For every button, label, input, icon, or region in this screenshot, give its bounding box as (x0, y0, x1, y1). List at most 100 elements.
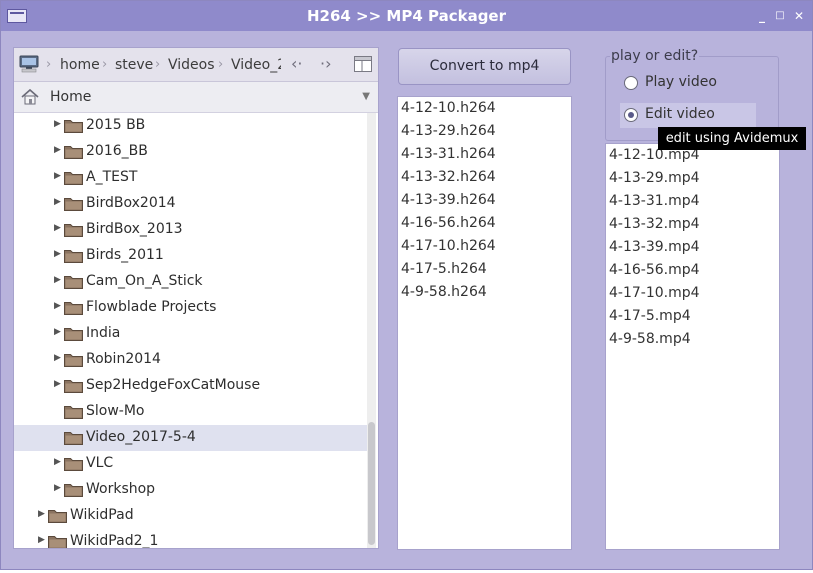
folder-tree[interactable]: ▶ 2015 BB ▶ 2016_BB ▶ A_TEST ▶ BirdBox2014 ▶ Bird… (14, 113, 367, 548)
maximize-icon[interactable]: □ (772, 8, 788, 24)
play-video-radio[interactable]: Play video (620, 71, 756, 96)
folder-icon (64, 404, 83, 419)
tree-row[interactable]: ▶ WikidPad2_1 (14, 529, 367, 548)
expander-arrow-icon[interactable]: ▶ (38, 509, 45, 519)
tree-row-label: 2016_BB (86, 143, 148, 159)
tree-row[interactable]: ▶ 2015 BB (14, 113, 367, 139)
radio-indicator[interactable] (624, 76, 638, 90)
expander-arrow-icon[interactable]: ▶ (54, 379, 61, 389)
h264-list-item[interactable]: 4-12-10.h264 (401, 100, 496, 116)
tree-row-label: Robin2014 (86, 351, 161, 367)
tree-row[interactable]: ▶ Sep2HedgeFoxCatMouse (14, 373, 367, 399)
folder-icon (64, 482, 83, 497)
edit-video-radio[interactable]: Edit video (620, 103, 756, 128)
tree-row[interactable]: ▶ 2016_BB (14, 139, 367, 165)
computer-icon[interactable] (19, 55, 39, 73)
folder-icon (48, 534, 67, 548)
tree-row[interactable]: ▶ Flowblade Projects (14, 295, 367, 321)
location-dropdown[interactable]: Home ▼ (14, 82, 378, 113)
expander-arrow-icon[interactable]: ▶ (54, 119, 61, 129)
h264-list-item[interactable]: 4-13-39.h264 (401, 192, 496, 208)
h264-list-item[interactable]: 4-13-31.h264 (401, 146, 496, 162)
expander-arrow-icon[interactable]: ▶ (54, 353, 61, 363)
convert-button[interactable]: Convert to mp4 (398, 48, 571, 85)
h264-list-item[interactable]: 4-13-32.h264 (401, 169, 496, 185)
tree-row[interactable]: Video_2017-5-4 (14, 425, 367, 451)
chevron-down-icon: ▼ (362, 91, 370, 102)
tree-row[interactable]: ▶ BirdBox_2013 (14, 217, 367, 243)
tree-row-label: Flowblade Projects (86, 299, 217, 315)
h264-list-item[interactable]: 4-9-58.h264 (401, 284, 487, 300)
tree-row-label: Sep2HedgeFoxCatMouse (86, 377, 261, 393)
mp4-list-item[interactable]: 4-13-31.mp4 (609, 193, 700, 209)
path-bar: › home › steve › Videos › Video_2 ‹· ·› (14, 48, 378, 82)
mp4-list-item[interactable]: 4-13-39.mp4 (609, 239, 700, 255)
folder-icon (64, 300, 83, 315)
folder-icon (64, 196, 83, 211)
folder-icon (64, 144, 83, 159)
location-label: Home (50, 89, 92, 105)
expander-arrow-icon[interactable]: ▶ (54, 483, 61, 493)
tree-row-label: India (86, 325, 121, 341)
folder-icon (64, 170, 83, 185)
tree-row-label: WikidPad2_1 (70, 533, 159, 548)
mp4-list-item[interactable]: 4-9-58.mp4 (609, 331, 691, 347)
tree-row[interactable]: ▶ WikidPad (14, 503, 367, 529)
mode-group-title: play or edit? (610, 48, 700, 64)
mp4-list-item[interactable]: 4-13-32.mp4 (609, 216, 700, 232)
path-separator: › (155, 57, 161, 72)
tree-row[interactable]: ▶ A_TEST (14, 165, 367, 191)
tree-row[interactable]: Slow-Mo (14, 399, 367, 425)
path-forward-icon[interactable]: ·› (320, 54, 331, 73)
folder-icon (64, 456, 83, 471)
radio-indicator[interactable] (624, 108, 638, 122)
path-back-icon[interactable]: ‹· (291, 54, 302, 73)
home-icon (21, 88, 39, 105)
tree-scrollbar[interactable] (367, 113, 376, 548)
expander-arrow-icon[interactable]: ▶ (54, 223, 61, 233)
mp4-list-item[interactable]: 4-16-56.mp4 (609, 262, 700, 278)
tree-row[interactable]: ▶ Birds_2011 (14, 243, 367, 269)
expander-arrow-icon[interactable]: ▶ (54, 327, 61, 337)
folder-icon (64, 326, 83, 341)
tree-row[interactable]: ▶ India (14, 321, 367, 347)
play-video-label: Play video (645, 74, 717, 90)
scrollbar-thumb[interactable] (368, 422, 375, 545)
tree-row[interactable]: ▶ BirdBox2014 (14, 191, 367, 217)
expander-arrow-icon[interactable]: ▶ (54, 457, 61, 467)
path-crumb-home[interactable]: home (60, 57, 100, 73)
h264-list-item[interactable]: 4-17-10.h264 (401, 238, 496, 254)
minimize-icon[interactable]: _ (754, 8, 770, 24)
h264-list-item[interactable]: 4-16-56.h264 (401, 215, 496, 231)
mp4-file-list[interactable]: 4-12-10.mp4 4-13-29.mp4 4-13-31.mp4 4-13-32… (605, 143, 780, 550)
h264-list-item[interactable]: 4-17-5.h264 (401, 261, 487, 277)
mp4-list-item[interactable]: 4-17-10.mp4 (609, 285, 700, 301)
expander-arrow-icon[interactable]: ▶ (54, 249, 61, 259)
tree-row[interactable]: ▶ Cam_On_A_Stick (14, 269, 367, 295)
path-crumb-current[interactable]: Video_2 (231, 57, 281, 73)
mp4-list-item[interactable]: 4-13-29.mp4 (609, 170, 700, 186)
expander-arrow-icon[interactable]: ▶ (38, 535, 45, 545)
h264-list-item[interactable]: 4-13-29.h264 (401, 123, 496, 139)
tree-row[interactable]: ▶ Workshop (14, 477, 367, 503)
title-bar[interactable]: H264 >> MP4 Packager _ □ ✕ (1, 1, 812, 31)
folder-icon (64, 274, 83, 289)
folder-icon (64, 222, 83, 237)
mp4-list-item[interactable]: 4-17-5.mp4 (609, 308, 691, 324)
path-separator: › (46, 57, 52, 72)
close-icon[interactable]: ✕ (791, 8, 807, 24)
tree-row-label: Slow-Mo (86, 403, 145, 419)
path-crumb-videos[interactable]: Videos (168, 57, 215, 73)
expander-arrow-icon[interactable]: ▶ (54, 171, 61, 181)
tree-row-label: A_TEST (86, 169, 138, 185)
path-crumb-steve[interactable]: steve (115, 57, 153, 73)
expander-arrow-icon[interactable]: ▶ (54, 301, 61, 311)
expander-arrow-icon[interactable]: ▶ (54, 275, 61, 285)
tree-row-label: WikidPad (70, 507, 134, 523)
tree-row[interactable]: ▶ Robin2014 (14, 347, 367, 373)
h264-file-list[interactable]: 4-12-10.h264 4-13-29.h264 4-13-31.h264 4-13… (397, 96, 572, 550)
expander-arrow-icon[interactable]: ▶ (54, 145, 61, 155)
tree-row[interactable]: ▶ VLC (14, 451, 367, 477)
panel-layout-icon[interactable] (354, 56, 372, 72)
expander-arrow-icon[interactable]: ▶ (54, 197, 61, 207)
